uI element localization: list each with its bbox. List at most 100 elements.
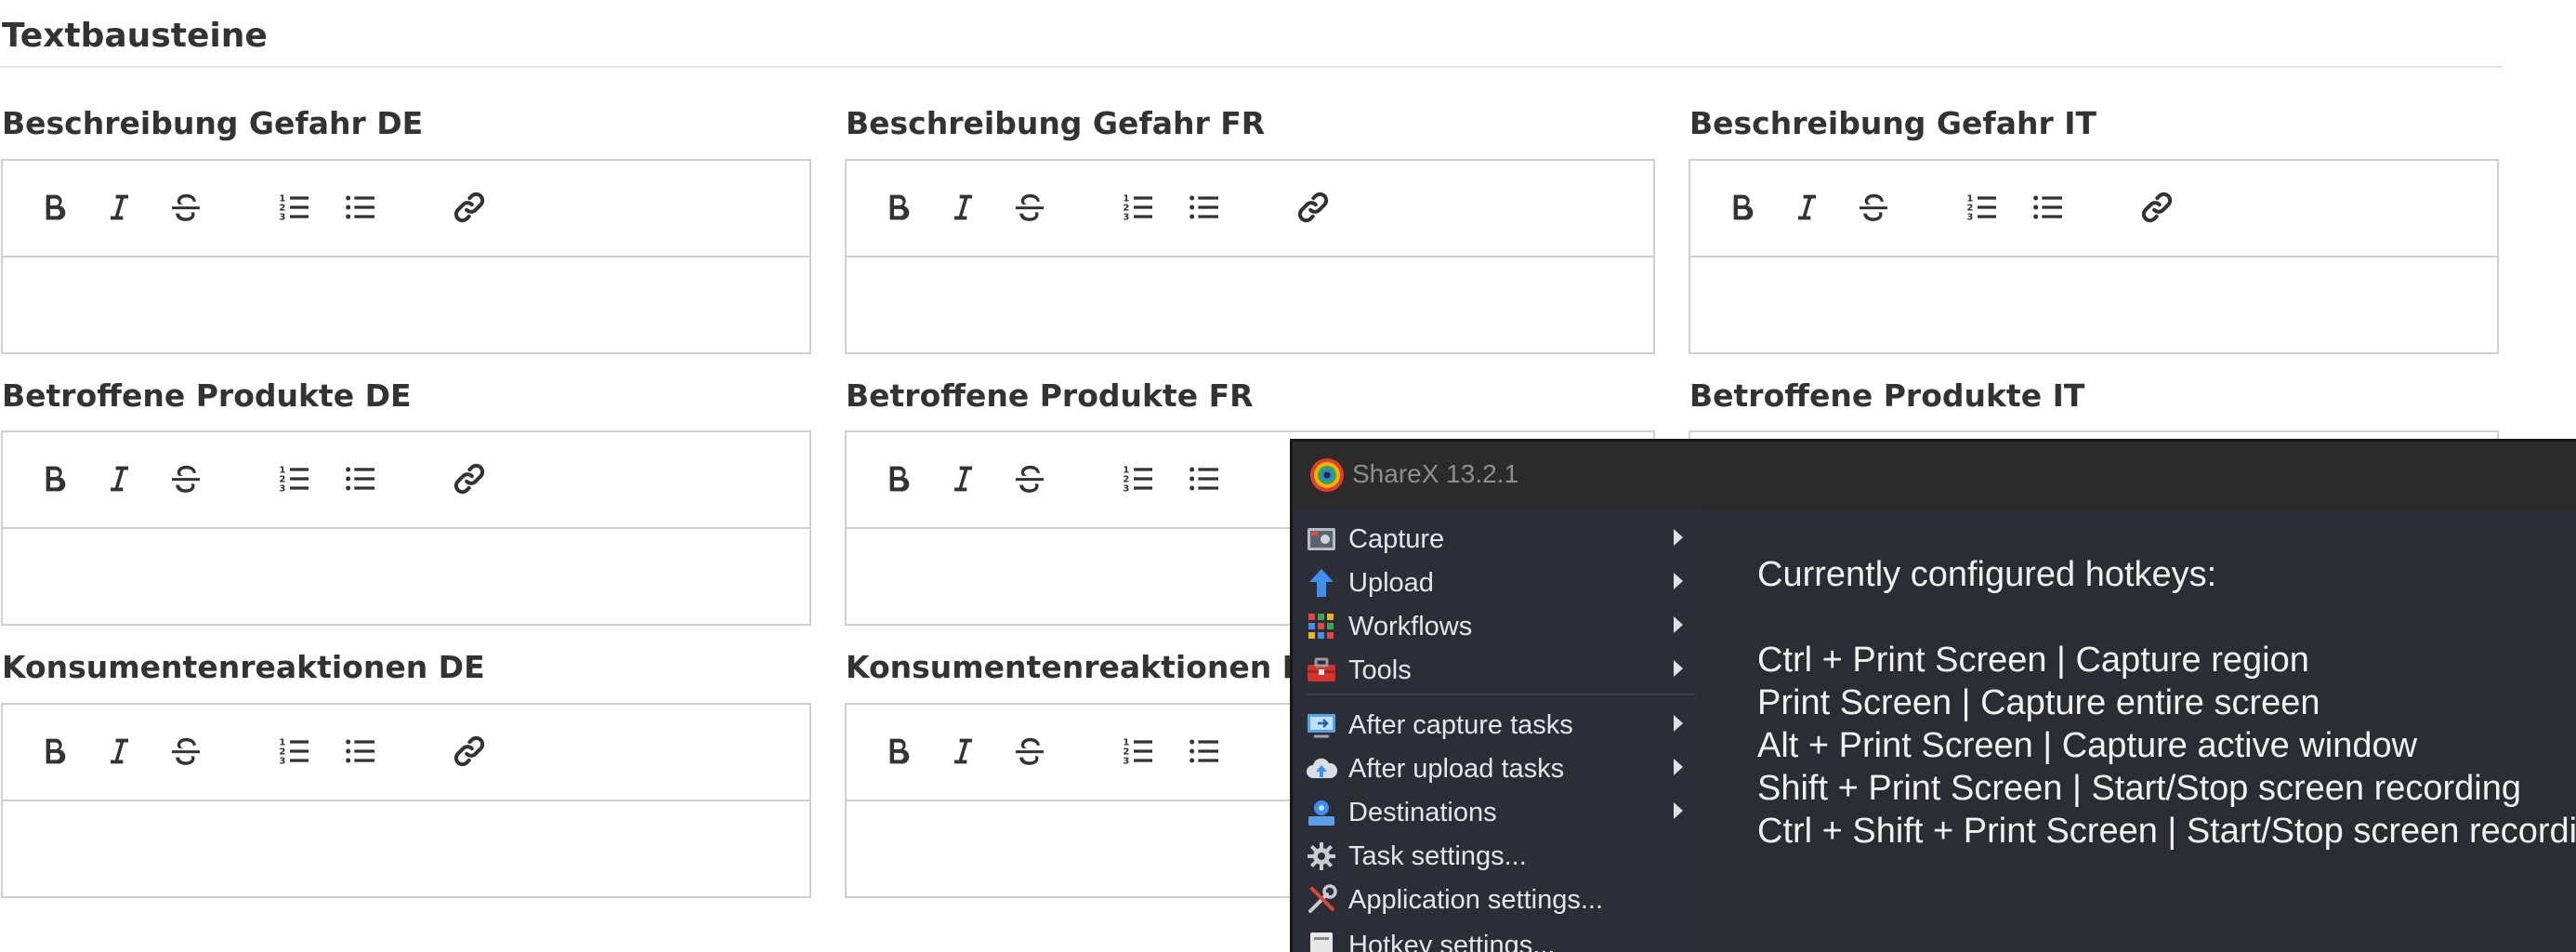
bold-button[interactable] xyxy=(33,730,75,773)
bullet-list-icon xyxy=(1186,189,1223,226)
editor-content[interactable] xyxy=(3,529,809,624)
cloud-upload-icon xyxy=(1304,751,1339,787)
bold-icon xyxy=(35,189,72,226)
menu-item-tools[interactable]: Tools xyxy=(1304,649,1698,692)
sharex-window: ShareX 13.2.1 Capture Upload Workflows Tool… xyxy=(1290,439,2576,952)
bullet-list-button[interactable] xyxy=(1183,457,1226,500)
editor-toolbar: 123 xyxy=(3,161,809,258)
editor-content[interactable] xyxy=(847,258,1653,352)
link-button[interactable] xyxy=(1292,186,1334,229)
section-title: Textbausteine xyxy=(2,17,268,55)
menu-item-upload[interactable]: Upload xyxy=(1304,562,1698,604)
menu-item-label: Destinations xyxy=(1348,797,1497,827)
italic-button[interactable] xyxy=(98,730,140,773)
italic-button[interactable] xyxy=(941,186,984,229)
bold-button[interactable] xyxy=(1720,186,1763,229)
bold-button[interactable] xyxy=(876,457,919,500)
italic-icon xyxy=(944,733,981,770)
editor-toolbar: 123 xyxy=(3,705,809,801)
bold-icon xyxy=(35,733,72,770)
ordered-list-button[interactable]: 123 xyxy=(1117,186,1160,229)
editor-content[interactable] xyxy=(3,258,809,352)
link-button[interactable] xyxy=(448,186,491,229)
menu-item-after-capture-tasks[interactable]: After capture tasks xyxy=(1304,704,1698,747)
menu-item-hotkey-settings[interactable]: Hotkey settings... xyxy=(1304,924,1698,952)
ordered-list-icon: 123 xyxy=(1120,460,1157,497)
ordered-list-button[interactable]: 123 xyxy=(273,730,316,773)
svg-text:3: 3 xyxy=(279,483,285,494)
bold-icon xyxy=(1723,189,1760,226)
link-icon xyxy=(1295,189,1332,226)
menu-separator xyxy=(1306,694,1696,695)
link-button[interactable] xyxy=(448,730,491,773)
italic-icon xyxy=(1788,189,1825,226)
bullet-list-button[interactable] xyxy=(1183,186,1226,229)
bullet-list-button[interactable] xyxy=(339,186,382,229)
editor-content[interactable] xyxy=(1690,258,2497,352)
ordered-list-icon: 123 xyxy=(1120,733,1157,770)
monitor-arrow-icon xyxy=(1304,707,1339,743)
italic-button[interactable] xyxy=(1785,186,1828,229)
bold-button[interactable] xyxy=(33,457,75,500)
bullet-list-button[interactable] xyxy=(1183,730,1226,773)
strikethrough-button[interactable] xyxy=(1008,730,1051,773)
menu-item-workflows[interactable]: Workflows xyxy=(1304,605,1698,648)
submenu-arrow-icon xyxy=(1674,616,1683,633)
ordered-list-button[interactable]: 123 xyxy=(1117,730,1160,773)
bullet-list-button[interactable] xyxy=(339,457,382,500)
field-label-produkte-de: Betroffene Produkte DE xyxy=(2,377,412,414)
menu-item-task-settings[interactable]: Task settings... xyxy=(1304,835,1698,878)
ordered-list-button[interactable]: 123 xyxy=(273,457,316,500)
section-divider xyxy=(0,66,2503,68)
svg-text:3: 3 xyxy=(279,756,285,766)
wrench-screwdriver-icon xyxy=(1304,882,1339,918)
ordered-list-button[interactable]: 123 xyxy=(1117,457,1160,500)
link-button[interactable] xyxy=(448,457,491,500)
submenu-arrow-icon xyxy=(1674,802,1683,819)
italic-icon xyxy=(944,189,981,226)
strikethrough-button[interactable] xyxy=(164,186,207,229)
link-button[interactable] xyxy=(2136,186,2178,229)
link-icon xyxy=(451,189,488,226)
strikethrough-button[interactable] xyxy=(1852,186,1895,229)
bold-button[interactable] xyxy=(33,186,75,229)
bold-button[interactable] xyxy=(876,186,919,229)
toolbox-icon xyxy=(1304,653,1339,688)
field-label-beschreibung-it: Beschreibung Gefahr IT xyxy=(1689,105,2097,141)
italic-icon xyxy=(100,189,138,226)
ordered-list-button[interactable]: 123 xyxy=(273,186,316,229)
strikethrough-button[interactable] xyxy=(164,457,207,500)
italic-button[interactable] xyxy=(98,186,140,229)
menu-item-application-settings[interactable]: Application settings... xyxy=(1304,879,1698,921)
strikethrough-icon xyxy=(167,460,204,497)
strikethrough-button[interactable] xyxy=(1008,457,1051,500)
menu-item-label: Hotkey settings... xyxy=(1348,930,1556,952)
field-label-beschreibung-fr: Beschreibung Gefahr FR xyxy=(846,105,1266,141)
bold-button[interactable] xyxy=(876,730,919,773)
ordered-list-button[interactable]: 123 xyxy=(1961,186,2004,229)
bold-icon xyxy=(35,460,72,497)
editor-beschreibung-fr: 123 xyxy=(845,159,1655,354)
bullet-list-button[interactable] xyxy=(339,730,382,773)
ordered-list-icon: 123 xyxy=(1964,189,2001,226)
strikethrough-button[interactable] xyxy=(1008,186,1051,229)
italic-icon xyxy=(100,460,138,497)
strikethrough-icon xyxy=(1011,460,1048,497)
menu-item-destinations[interactable]: Destinations xyxy=(1304,791,1698,834)
editor-content[interactable] xyxy=(3,801,809,896)
italic-button[interactable] xyxy=(941,730,984,773)
menu-item-capture[interactable]: Capture xyxy=(1304,518,1698,561)
bullet-list-button[interactable] xyxy=(2027,186,2070,229)
menu-item-after-upload-tasks[interactable]: After upload tasks xyxy=(1304,747,1698,790)
italic-button[interactable] xyxy=(98,457,140,500)
link-icon xyxy=(451,733,488,770)
editor-toolbar: 123 xyxy=(847,161,1653,258)
upload-arrow-icon xyxy=(1304,565,1339,601)
editor-toolbar: 123 xyxy=(3,432,809,529)
submenu-arrow-icon xyxy=(1674,529,1683,546)
strikethrough-button[interactable] xyxy=(164,730,207,773)
gear-icon xyxy=(1304,839,1339,874)
submenu-arrow-icon xyxy=(1674,660,1683,677)
italic-button[interactable] xyxy=(941,457,984,500)
editor-produkte-de: 123 xyxy=(1,430,811,626)
